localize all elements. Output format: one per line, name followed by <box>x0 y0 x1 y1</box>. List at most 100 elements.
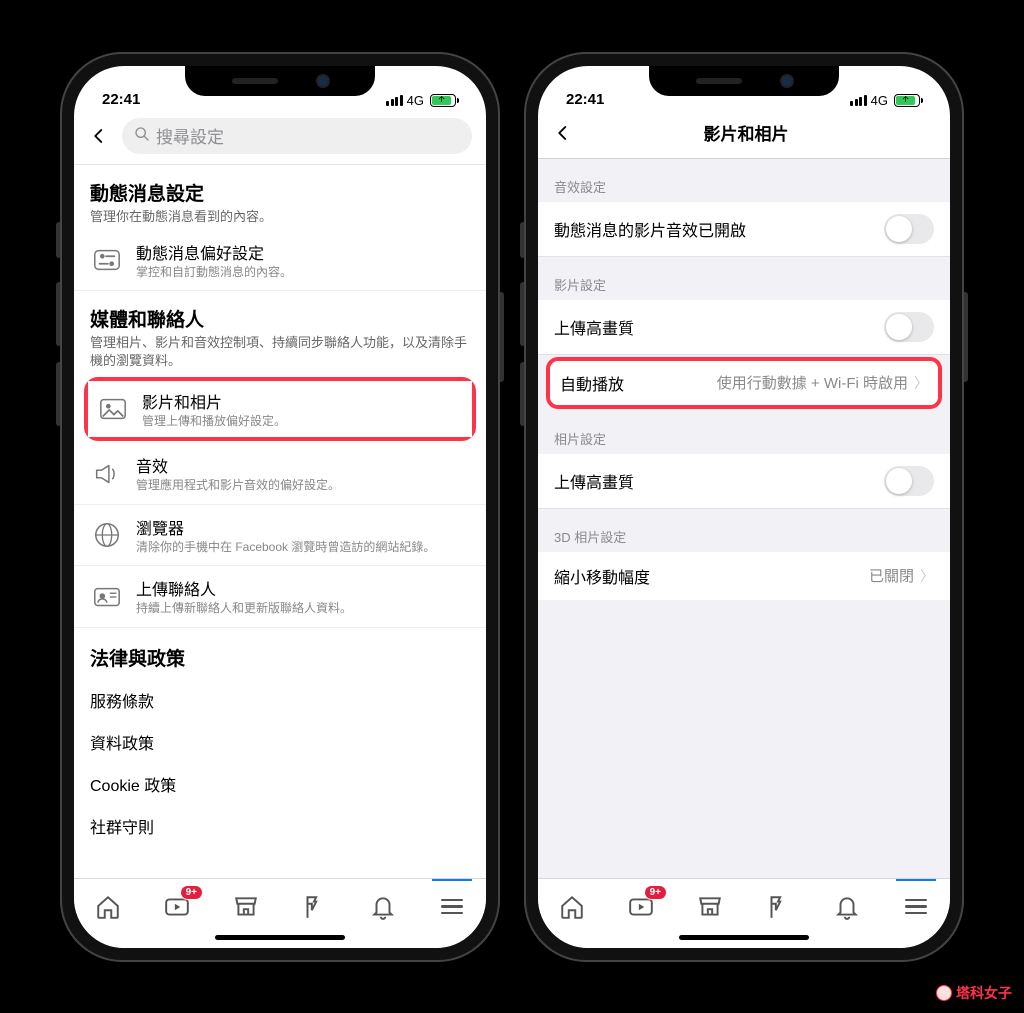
row-title: 影片和相片 <box>142 389 464 413</box>
row-title: 瀏覽器 <box>136 515 470 539</box>
cell-autoplay[interactable]: 自動播放 使用行動數據 + Wi-Fi 時啟用 〉 <box>550 361 938 405</box>
section-media-title: 媒體和聯絡人 <box>90 305 470 332</box>
nav-header: 影片和相片 <box>538 112 950 159</box>
section-legal: 法律與政策 服務條款 資料政策 Cookie 政策 社群守則 <box>74 628 486 855</box>
row-title: 上傳聯絡人 <box>136 576 470 600</box>
badge-count: 9+ <box>644 885 667 900</box>
row-subtitle: 管理應用程式和影片音效的偏好設定。 <box>136 478 470 494</box>
home-indicator[interactable] <box>215 935 345 940</box>
tab-pages[interactable] <box>294 889 334 925</box>
screen-left: 22:41 4G 𐌣 搜尋設定 動態消息設定 管理你在動態消息看到的內容。 <box>74 66 486 948</box>
switch-photo-hd[interactable] <box>884 466 934 496</box>
menu-icon <box>441 899 463 915</box>
page-title: 影片和相片 <box>556 120 936 145</box>
tab-menu[interactable] <box>432 889 472 925</box>
signal-icon <box>850 95 867 106</box>
search-input[interactable]: 搜尋設定 <box>122 118 472 154</box>
sliders-icon <box>90 243 124 277</box>
cell-label: 自動播放 <box>560 371 624 395</box>
cell-label: 動態消息的影片音效已開啟 <box>554 217 746 241</box>
home-indicator[interactable] <box>679 935 809 940</box>
section-feed-title: 動態消息設定 <box>90 179 470 206</box>
tab-watch[interactable]: 9+ <box>157 889 197 925</box>
cell-photo-upload-hd[interactable]: 上傳高畫質 <box>538 454 950 509</box>
network-label: 4G <box>871 93 888 108</box>
search-icon <box>134 126 150 146</box>
cell-feed-sound[interactable]: 動態消息的影片音效已開啟 <box>538 202 950 257</box>
row-videos-photos[interactable]: 影片和相片 管理上傳和播放偏好設定。 <box>88 381 472 438</box>
section-feed-header: 動態消息設定 管理你在動態消息看到的內容。 <box>74 165 486 230</box>
speaker-icon <box>90 457 124 491</box>
chevron-left-icon <box>90 127 108 145</box>
row-upload-contacts[interactable]: 上傳聯絡人 持續上傳新聯絡人和更新版聯絡人資料。 <box>74 566 486 628</box>
network-label: 4G <box>407 93 424 108</box>
row-subtitle: 管理上傳和播放偏好設定。 <box>142 414 464 430</box>
highlight-videos-photos: 影片和相片 管理上傳和播放偏好設定。 <box>84 377 476 442</box>
row-subtitle: 持續上傳新聯絡人和更新版聯絡人資料。 <box>136 601 470 617</box>
phone-right: 22:41 4G 𐌣 影片和相片 音效設定 動態消息的影片音效已開啟 影片設定 … <box>524 52 964 962</box>
cell-label: 縮小移動幅度 <box>554 564 650 588</box>
tab-home[interactable] <box>552 889 592 925</box>
screen-right: 22:41 4G 𐌣 影片和相片 音效設定 動態消息的影片音效已開啟 影片設定 … <box>538 66 950 948</box>
cell-label: 上傳高畫質 <box>554 469 634 493</box>
section-media-subtitle: 管理相片、影片和音效控制項、持續同步聯絡人功能，以及清除手機的瀏覽資料。 <box>90 334 470 370</box>
watermark: 塔科女子 <box>936 983 1012 1003</box>
image-icon <box>96 392 130 426</box>
cell-reduce-motion[interactable]: 縮小移動幅度 已關閉 〉 <box>538 552 950 600</box>
id-card-icon <box>90 580 124 614</box>
cell-value: 已關閉 <box>869 565 914 586</box>
status-time: 22:41 <box>102 91 140 108</box>
tab-watch[interactable]: 9+ <box>621 889 661 925</box>
tab-marketplace[interactable] <box>690 889 730 925</box>
switch-feed-sound[interactable] <box>884 214 934 244</box>
status-time: 22:41 <box>566 91 604 108</box>
section-media-header: 媒體和聯絡人 管理相片、影片和音效控制項、持續同步聯絡人功能，以及清除手機的瀏覽… <box>74 291 486 374</box>
link-cookie-policy[interactable]: Cookie 政策 <box>90 763 470 805</box>
link-terms[interactable]: 服務條款 <box>90 679 470 721</box>
group-video-header: 影片設定 <box>538 257 950 300</box>
videos-photos-content[interactable]: 音效設定 動態消息的影片音效已開啟 影片設定 上傳高畫質 自動播放 使用行動數據… <box>538 159 950 878</box>
menu-icon <box>905 899 927 915</box>
settings-content[interactable]: 動態消息設定 管理你在動態消息看到的內容。 動態消息偏好設定 掌控和自訂動態消息… <box>74 165 486 878</box>
highlight-autoplay: 自動播放 使用行動數據 + Wi-Fi 時啟用 〉 <box>546 357 942 409</box>
group-3d-header: 3D 相片設定 <box>538 509 950 552</box>
signal-icon <box>386 95 403 106</box>
badge-count: 9+ <box>180 885 203 900</box>
switch-video-hd[interactable] <box>884 312 934 342</box>
cell-video-upload-hd[interactable]: 上傳高畫質 <box>538 300 950 355</box>
row-subtitle: 掌控和自訂動態消息的內容。 <box>136 265 470 281</box>
watermark-text: 塔科女子 <box>956 983 1012 1003</box>
row-feed-preferences[interactable]: 動態消息偏好設定 掌控和自訂動態消息的內容。 <box>74 230 486 292</box>
chevron-right-icon: 〉 <box>920 566 934 586</box>
tab-notifications[interactable] <box>827 889 867 925</box>
cell-label: 上傳高畫質 <box>554 315 634 339</box>
back-button[interactable] <box>84 121 114 151</box>
globe-icon <box>90 518 124 552</box>
watermark-icon <box>936 985 952 1001</box>
row-subtitle: 清除你的手機中在 Facebook 瀏覽時曾造訪的網站紀錄。 <box>136 540 470 556</box>
tab-menu[interactable] <box>896 889 936 925</box>
phone-left: 22:41 4G 𐌣 搜尋設定 動態消息設定 管理你在動態消息看到的內容。 <box>60 52 500 962</box>
tab-home[interactable] <box>88 889 128 925</box>
group-photo-header: 相片設定 <box>538 411 950 454</box>
notch <box>649 66 839 96</box>
cell-value: 使用行動數據 + Wi-Fi 時啟用 <box>717 372 908 393</box>
tab-pages[interactable] <box>758 889 798 925</box>
row-browser[interactable]: 瀏覽器 清除你的手機中在 Facebook 瀏覽時曾造訪的網站紀錄。 <box>74 505 486 567</box>
link-community-standards[interactable]: 社群守則 <box>90 805 470 847</box>
battery-icon: 𐌣 <box>430 94 456 107</box>
tab-notifications[interactable] <box>363 889 403 925</box>
search-placeholder: 搜尋設定 <box>156 123 224 148</box>
section-legal-title: 法律與政策 <box>90 644 470 671</box>
chevron-right-icon: 〉 <box>914 373 928 393</box>
battery-icon: 𐌣 <box>894 94 920 107</box>
row-title: 音效 <box>136 453 470 477</box>
group-sound-header: 音效設定 <box>538 159 950 202</box>
notch <box>185 66 375 96</box>
row-title: 動態消息偏好設定 <box>136 240 470 264</box>
row-sounds[interactable]: 音效 管理應用程式和影片音效的偏好設定。 <box>74 443 486 505</box>
tab-marketplace[interactable] <box>226 889 266 925</box>
link-data-policy[interactable]: 資料政策 <box>90 721 470 763</box>
nav-header: 搜尋設定 <box>74 112 486 165</box>
section-feed-subtitle: 管理你在動態消息看到的內容。 <box>90 208 470 226</box>
